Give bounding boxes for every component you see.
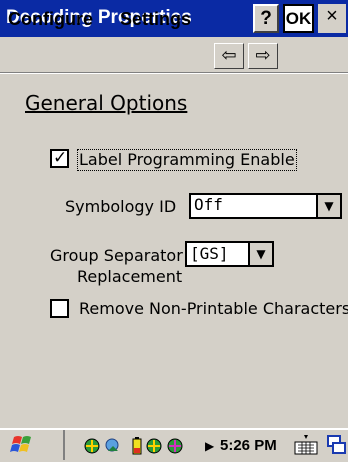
clock[interactable]: 5:26 PM bbox=[220, 437, 277, 455]
checkmark-icon: ✓ bbox=[53, 148, 68, 168]
menu-bar bbox=[0, 37, 348, 73]
ok-button[interactable]: OK bbox=[283, 4, 314, 33]
remove-non-printable-label[interactable]: Remove Non-Printable Characters bbox=[79, 299, 348, 319]
section-title: General Options bbox=[25, 91, 188, 115]
label-programming-label[interactable]: Label Programming Enable bbox=[77, 149, 297, 171]
start-menu-icon[interactable] bbox=[8, 432, 38, 458]
window-switcher-icon[interactable] bbox=[327, 433, 347, 457]
group-separator-label-line2: Replacement bbox=[77, 267, 183, 286]
group-separator-label: Group Separator bbox=[50, 246, 183, 265]
menu-settings[interactable]: Settings bbox=[120, 8, 191, 30]
connection-icon[interactable] bbox=[145, 437, 163, 455]
sync-icon[interactable] bbox=[104, 437, 122, 455]
group-separator-value: [GS] bbox=[190, 244, 229, 263]
dropdown-arrow-icon[interactable]: ▼ bbox=[316, 195, 340, 217]
keyboard-icon[interactable] bbox=[293, 433, 319, 457]
symbology-id-label: Symbology ID bbox=[65, 197, 177, 216]
menu-divider bbox=[0, 73, 348, 74]
dropdown-arrow-icon[interactable]: ▼ bbox=[248, 243, 272, 265]
taskbar-divider bbox=[63, 430, 65, 460]
back-arrow-button[interactable]: ⇦ bbox=[214, 43, 244, 69]
forward-arrow-button[interactable]: ⇨ bbox=[248, 43, 278, 69]
network-icon[interactable] bbox=[83, 437, 101, 455]
connection-icon[interactable] bbox=[166, 437, 184, 455]
battery-icon[interactable] bbox=[128, 437, 146, 455]
expand-tray-icon[interactable]: ▶ bbox=[205, 437, 214, 455]
menu-configure[interactable]: Configure bbox=[8, 8, 93, 30]
symbology-id-value: Off bbox=[194, 195, 223, 214]
remove-non-printable-checkbox[interactable] bbox=[50, 299, 69, 318]
close-button[interactable]: × bbox=[318, 4, 346, 33]
help-button[interactable]: ? bbox=[253, 4, 279, 33]
label-programming-checkbox[interactable]: ✓ bbox=[50, 148, 69, 168]
